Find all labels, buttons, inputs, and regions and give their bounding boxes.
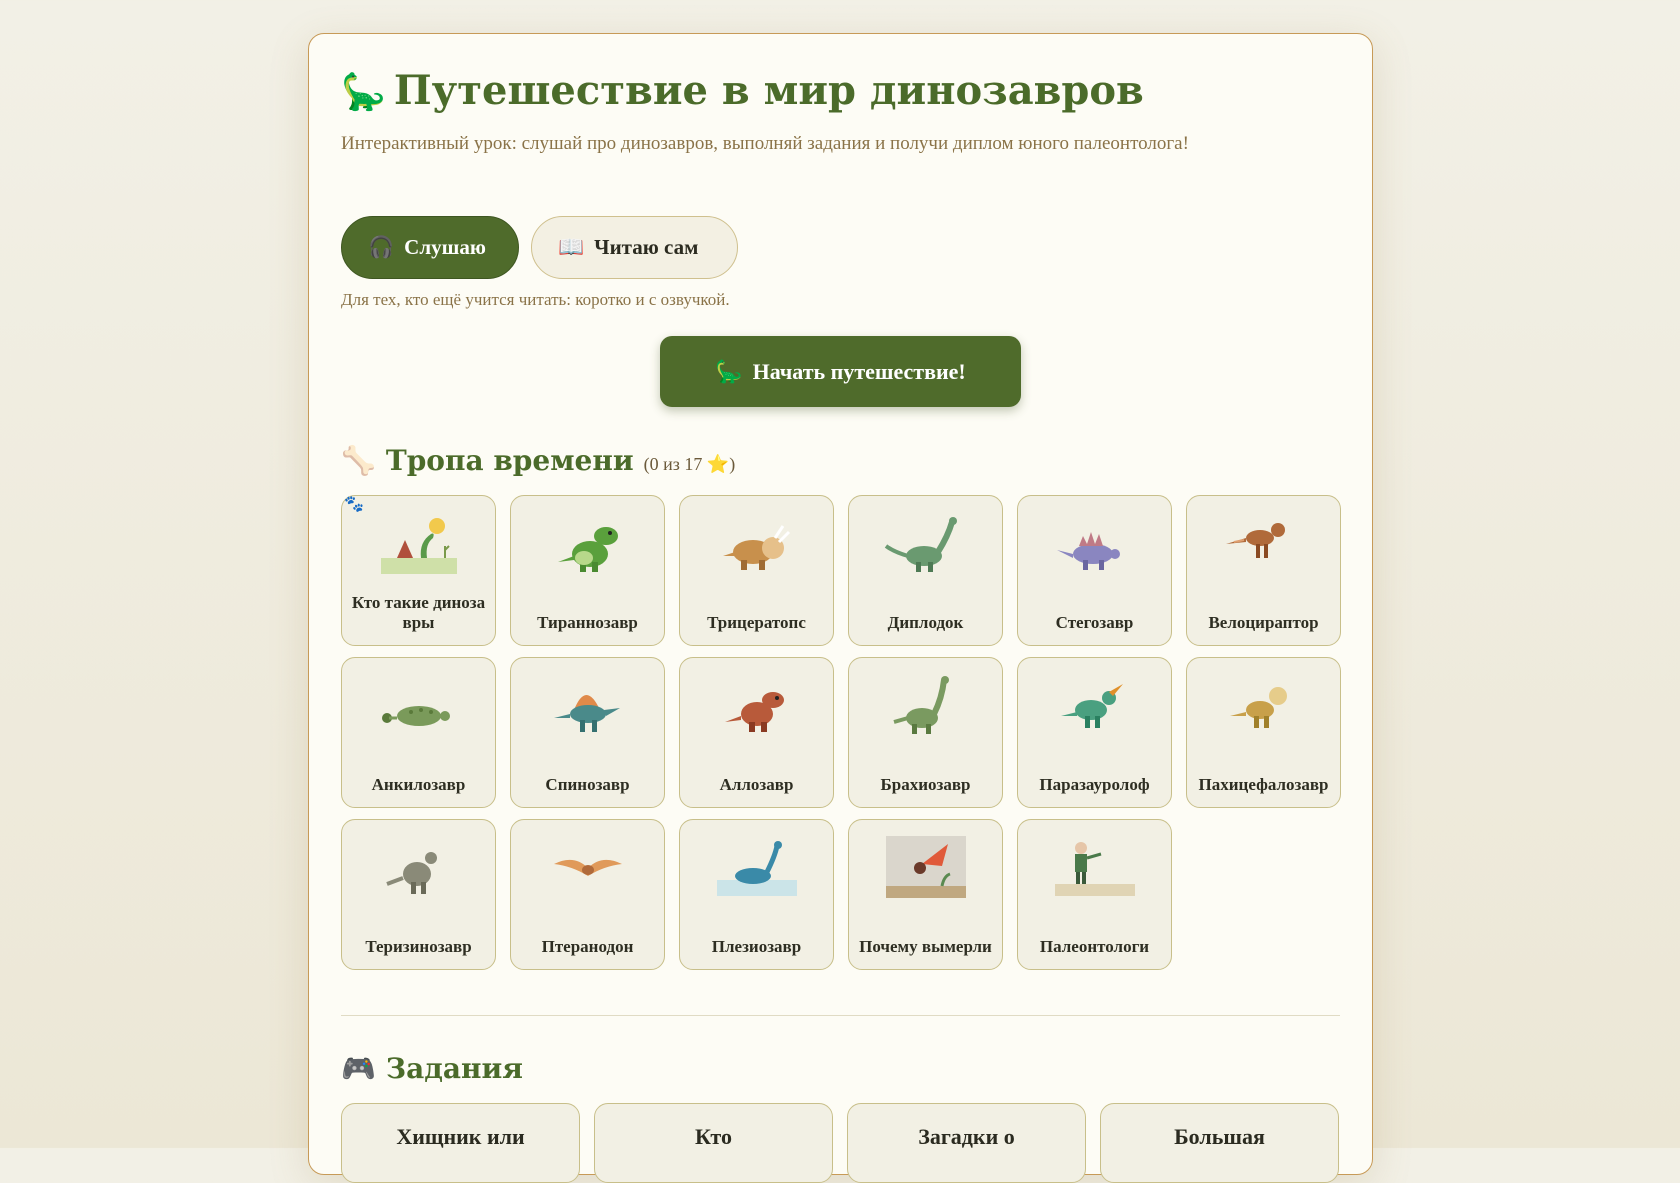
trail-tile-label: Почему вымерли xyxy=(859,937,992,956)
trail-tile[interactable]: Велоцираптор xyxy=(1186,495,1341,646)
page-title: 🦕 Путешествие в мир динозавров xyxy=(341,67,1144,114)
listen-mode-button[interactable]: 🎧 Слушаю xyxy=(341,216,519,279)
paw-icon: 🐾 xyxy=(344,494,364,513)
meteor-icon xyxy=(885,836,966,898)
trail-tile-label: Тираннозавр xyxy=(537,613,638,632)
trail-tile[interactable]: Трицератопс xyxy=(679,495,834,646)
lesson-card: 🦕 Путешествие в мир динозавров Интерактив… xyxy=(308,33,1373,1183)
trail-tile-label: Брахиозавр xyxy=(880,775,971,794)
gamepad-icon: 🎮 xyxy=(341,1052,376,1085)
trail-tile[interactable]: Плезиозавр xyxy=(679,819,834,970)
trail-tile-label: Теризинозавр xyxy=(365,937,472,956)
trail-tile[interactable]: Спинозавр xyxy=(510,657,665,808)
trail-tile[interactable]: 🐾 Кто такие динозавры xyxy=(341,494,496,646)
start-journey-label: Начать путешествие! xyxy=(752,358,966,384)
trail-title: Тропа времени xyxy=(385,444,634,477)
trail-tile-label: Анкилозавр xyxy=(371,775,466,794)
book-icon: 📖 xyxy=(558,235,585,259)
trail-tile[interactable]: Анкилозавр xyxy=(341,657,496,808)
trail-tile[interactable]: Брахиозавр xyxy=(848,657,1003,808)
ptera-icon xyxy=(553,859,622,876)
mode-hint: Для тех, кто ещё учится читать: коротко … xyxy=(341,290,730,309)
task-card[interactable]: Загадки о xyxy=(847,1103,1086,1183)
trail-tile-label: Трицератопс xyxy=(707,613,806,632)
page-subtitle: Интерактивный урок: слушай про динозавро… xyxy=(341,133,1189,154)
start-journey-button[interactable]: 🦕 Начать путешествие! xyxy=(660,336,1021,407)
trail-tile[interactable]: Почему вымерли xyxy=(848,819,1003,970)
trail-tile[interactable]: Тираннозавр xyxy=(510,495,665,646)
trail-tile-label: Велоцираптор xyxy=(1208,613,1319,632)
plesio-icon xyxy=(716,841,797,896)
trail-tile[interactable]: Стегозавр xyxy=(1017,495,1172,646)
paleo-icon xyxy=(1054,842,1135,896)
trail-tile[interactable]: Палеонтологи xyxy=(1017,819,1172,970)
allo-icon xyxy=(724,692,784,732)
trail-tile[interactable]: Птеранодон xyxy=(510,819,665,970)
trail-tile-label: Кто такие динозавры xyxy=(351,593,486,632)
progress-count: (0 из 17 ⭐) xyxy=(643,454,736,474)
tricera-icon xyxy=(722,525,790,570)
tasks-row: Хищник или Кто Загадки о Большая xyxy=(341,1103,1339,1183)
bone-icon: 🦴 xyxy=(341,444,376,477)
trex-icon xyxy=(557,527,618,572)
dinosaur-icon: 🦕 xyxy=(341,71,386,113)
dinosaur-icon: 🦕 xyxy=(715,358,743,384)
headphones-icon: 🎧 xyxy=(368,235,395,259)
trail-tile[interactable]: Пахицефалозавр xyxy=(1186,657,1341,808)
therizino-icon xyxy=(385,852,437,894)
stego-icon xyxy=(1056,532,1120,570)
read-mode-button[interactable]: 📖 Читаю сам xyxy=(531,216,738,279)
trail-tile-label: Диплодок xyxy=(887,613,964,632)
trail-tile-label: Стегозавр xyxy=(1055,613,1134,632)
brachio-icon xyxy=(892,676,949,734)
trail-tile-label: Аллозавр xyxy=(719,775,794,794)
tasks-title: Задания xyxy=(385,1052,523,1085)
parasaur-icon xyxy=(1060,684,1123,728)
diplo-icon xyxy=(884,517,957,572)
trail-tile[interactable]: Теризинозавр xyxy=(341,819,496,970)
trail-tile[interactable]: Аллозавр xyxy=(679,657,834,808)
trail-tile-label: Палеонтологи xyxy=(1039,937,1150,956)
section-divider xyxy=(341,1015,1340,1016)
task-card[interactable]: Хищник или xyxy=(341,1103,580,1183)
trail-grid: 🐾 Кто такие динозавры Тираннозавр Трицерато… xyxy=(341,494,1341,970)
tasks-heading: 🎮 Задания xyxy=(341,1052,523,1085)
trail-tile-label: Птеранодон xyxy=(541,937,634,956)
trail-tile-label: Плезиозавр xyxy=(711,937,802,956)
trail-tile-label: Пахицефалозавр xyxy=(1198,775,1329,794)
trail-tile-label: Паразауролоф xyxy=(1039,775,1150,794)
listen-mode-label: Слушаю xyxy=(404,235,486,259)
intro-icon xyxy=(380,518,457,574)
ankylo-icon xyxy=(381,706,450,726)
task-card[interactable]: Большая xyxy=(1100,1103,1339,1183)
page-title-text: Путешествие в мир динозавров xyxy=(393,67,1144,114)
read-mode-label: Читаю сам xyxy=(594,235,699,259)
task-card[interactable]: Кто xyxy=(594,1103,833,1183)
trail-tile-label: Спинозавр xyxy=(545,775,630,794)
trail-heading: 🦴 Тропа времени (0 из 17 ⭐) xyxy=(341,444,735,477)
pachy-icon xyxy=(1229,687,1287,728)
mode-switch: 🎧 Слушаю 📖 Читаю сам xyxy=(341,216,738,279)
raptor-icon xyxy=(1225,523,1285,558)
trail-tile[interactable]: Паразауролоф xyxy=(1017,657,1172,808)
spino-icon xyxy=(553,695,620,732)
trail-tile[interactable]: Диплодок xyxy=(848,495,1003,646)
